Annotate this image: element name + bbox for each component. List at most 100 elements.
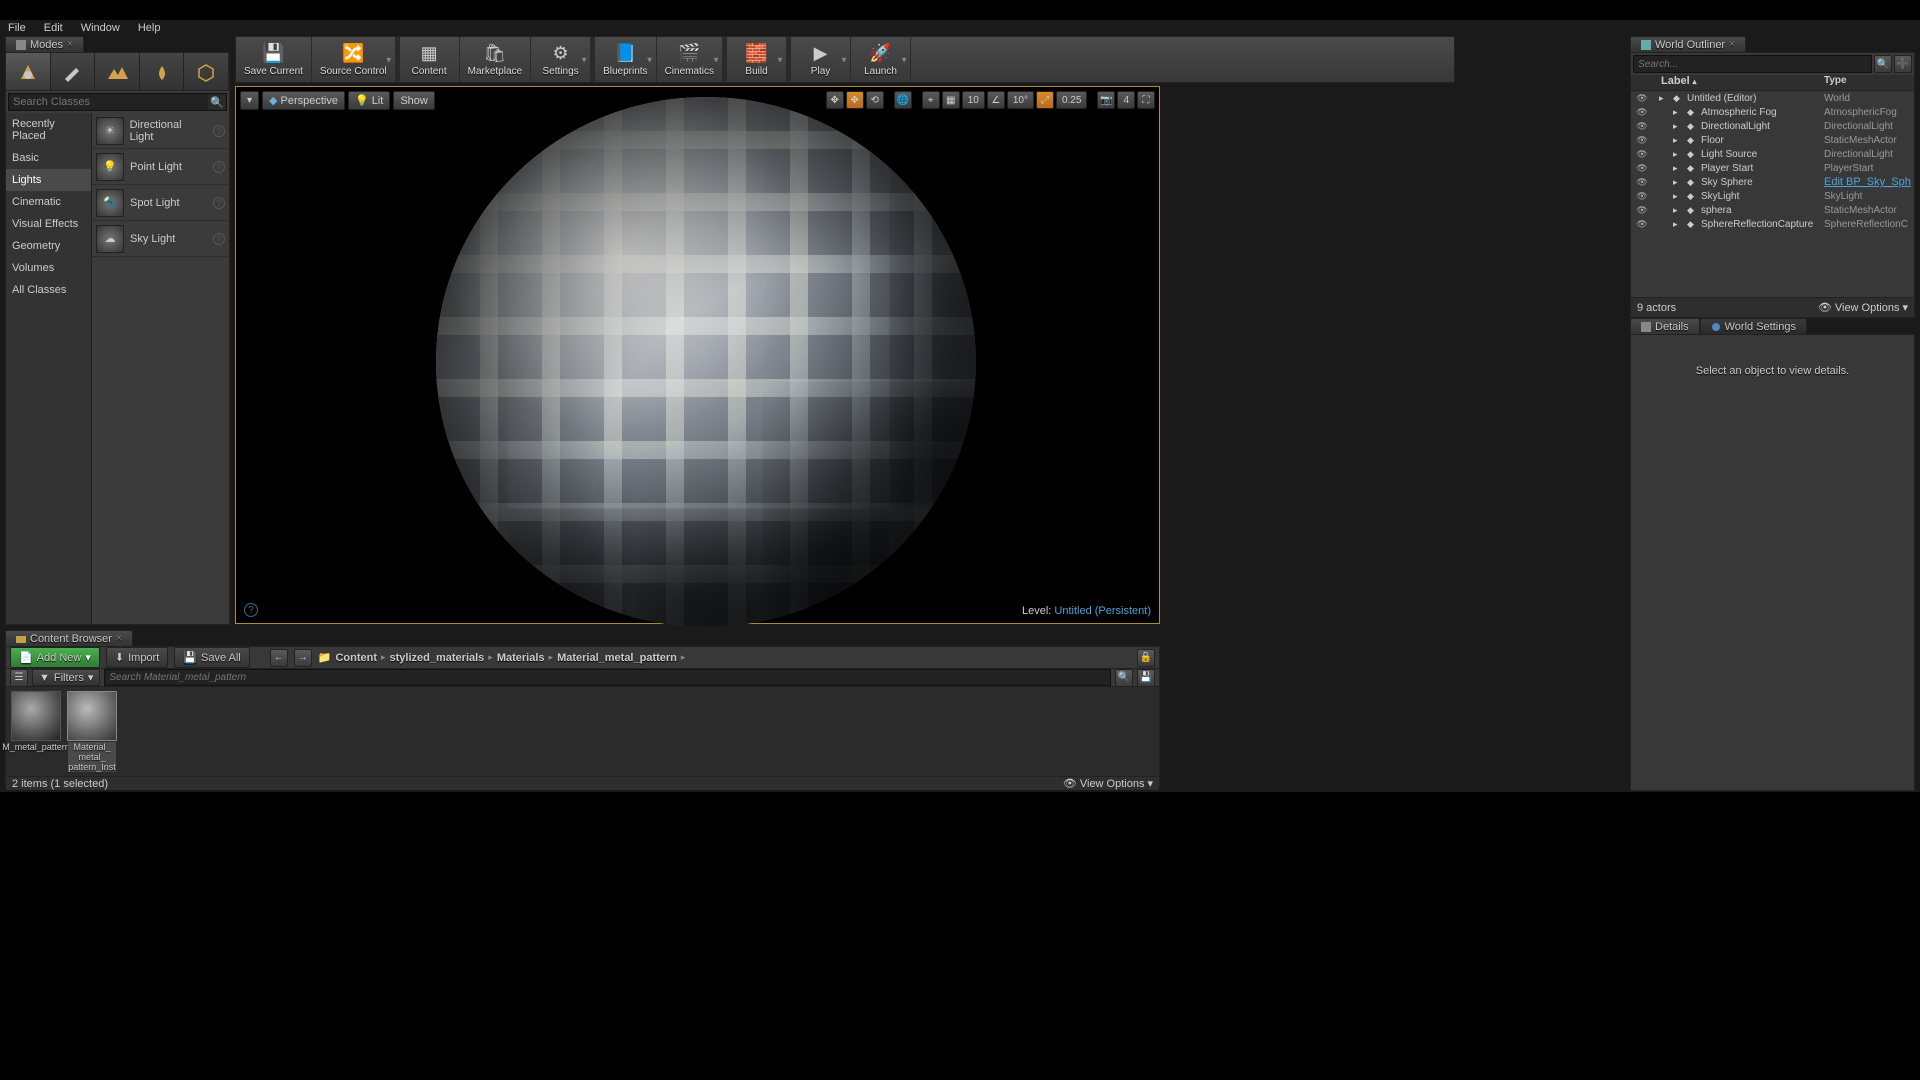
grid-snap-value[interactable]: 10	[962, 91, 985, 109]
outliner-row[interactable]: 👁▸◆DirectionalLightDirectionalLight	[1631, 119, 1914, 133]
viewport-menu-button[interactable]: ▾	[240, 91, 259, 110]
visibility-icon[interactable]: 👁	[1635, 93, 1649, 104]
chevron-down-icon[interactable]: ▼	[712, 55, 720, 64]
outliner-row[interactable]: 👁▸◆Light SourceDirectionalLight	[1631, 147, 1914, 161]
help-icon[interactable]: ?	[213, 197, 225, 209]
visibility-icon[interactable]: 👁	[1635, 191, 1649, 202]
breadcrumb-segment[interactable]: Material_metal_pattern	[557, 652, 677, 664]
column-label[interactable]: Label ▴	[1631, 75, 1824, 90]
cinematics-button[interactable]: 🎬Cinematics▼	[657, 37, 723, 82]
column-type[interactable]: Type	[1824, 75, 1914, 90]
category-geometry[interactable]: Geometry	[6, 235, 91, 257]
filters-button[interactable]: ▼ Filters ▾	[32, 669, 100, 686]
nav-forward-icon[interactable]: →	[294, 649, 312, 667]
landscape-mode-icon[interactable]	[95, 53, 140, 90]
category-basic[interactable]: Basic	[6, 147, 91, 169]
save-current-button[interactable]: 💾Save Current	[236, 37, 312, 82]
lit-button[interactable]: 💡Lit	[348, 91, 390, 110]
camera-speed-icon[interactable]: 📷	[1097, 91, 1115, 109]
add-filter-icon[interactable]: ➕	[1894, 55, 1912, 73]
breadcrumb-segment[interactable]: stylized_materials	[390, 652, 485, 664]
chevron-down-icon[interactable]: ▼	[776, 55, 784, 64]
outliner-row[interactable]: 👁▸◆spheraStaticMeshActor	[1631, 203, 1914, 217]
chevron-down-icon[interactable]: ▼	[900, 55, 908, 64]
geometry-mode-icon[interactable]	[184, 53, 229, 90]
visibility-icon[interactable]: 👁	[1635, 205, 1649, 216]
maximize-viewport-icon[interactable]: ⛶	[1137, 91, 1155, 109]
blueprints-button[interactable]: 📘Blueprints▼	[595, 37, 656, 82]
play-button[interactable]: ▶Play▼	[791, 37, 851, 82]
search-icon[interactable]: 🔍	[1115, 669, 1133, 687]
view-options-button[interactable]: 👁 View Options ▾	[1063, 777, 1153, 790]
help-icon[interactable]: ?	[244, 603, 258, 617]
chevron-down-icon[interactable]: ▼	[580, 55, 588, 64]
outliner-row[interactable]: 👁▸◆SphereReflectionCaptureSphereReflecti…	[1631, 217, 1914, 231]
category-volumes[interactable]: Volumes	[6, 257, 91, 279]
grid-snap-icon[interactable]: ▦	[942, 91, 960, 109]
perspective-button[interactable]: ◆Perspective	[262, 91, 345, 110]
build-button[interactable]: 🧱Build▼	[727, 37, 787, 82]
outliner-tab[interactable]: World Outliner ×	[1630, 36, 1746, 52]
visibility-icon[interactable]: 👁	[1635, 149, 1649, 160]
foliage-mode-icon[interactable]	[140, 53, 185, 90]
search-icon[interactable]: 🔍	[208, 94, 226, 110]
menu-help[interactable]: Help	[138, 22, 161, 34]
category-visual-effects[interactable]: Visual Effects	[6, 213, 91, 235]
details-tab[interactable]: Details	[1630, 318, 1700, 334]
outliner-row[interactable]: 👁▸◆FloorStaticMeshActor	[1631, 133, 1914, 147]
light-item[interactable]: 🔦Spot Light?	[92, 185, 229, 221]
visibility-icon[interactable]: 👁	[1635, 121, 1649, 132]
outliner-row[interactable]: 👁▸◆Atmospheric FogAtmosphericFog	[1631, 105, 1914, 119]
visibility-icon[interactable]: 👁	[1635, 135, 1649, 146]
lock-icon[interactable]: 🔒	[1137, 649, 1155, 667]
scale-snap-icon[interactable]: ⤢	[1036, 91, 1054, 109]
chevron-down-icon[interactable]: ▼	[646, 55, 654, 64]
show-button[interactable]: Show	[393, 91, 435, 110]
menu-window[interactable]: Window	[81, 22, 120, 34]
source-control-button[interactable]: 🔀Source Control▼	[312, 37, 396, 82]
outliner-row[interactable]: 👁▸◆Player StartPlayerStart	[1631, 161, 1914, 175]
category-lights[interactable]: Lights	[6, 169, 91, 191]
camera-speed-value[interactable]: 4	[1117, 91, 1135, 109]
light-item[interactable]: 💡Point Light?	[92, 149, 229, 185]
content-browser-tab[interactable]: Content Browser ×	[5, 630, 133, 646]
modes-search-input[interactable]	[9, 94, 208, 110]
breadcrumb-segment[interactable]: Materials	[497, 652, 545, 664]
cb-search-input[interactable]	[104, 669, 1111, 686]
viewport[interactable]: ▾ ◆Perspective 💡Lit Show ✥ ✥ ⟲ 🌐 ⌖ ▦ 10 …	[235, 86, 1160, 624]
breadcrumb-segment[interactable]: Content	[335, 652, 377, 664]
visibility-icon[interactable]: 👁	[1635, 177, 1649, 188]
transform-rotate-icon[interactable]: ⟲	[866, 91, 884, 109]
marketplace-button[interactable]: 🛍Marketplace	[460, 37, 531, 82]
add-new-button[interactable]: 📄 Add New ▾	[10, 647, 100, 668]
close-icon[interactable]: ×	[116, 633, 122, 644]
place-mode-icon[interactable]	[6, 53, 51, 90]
surface-snap-icon[interactable]: ⌖	[922, 91, 940, 109]
transform-translate-icon[interactable]: ✥	[846, 91, 864, 109]
sources-icon[interactable]: ☰	[10, 669, 28, 687]
outliner-row[interactable]: 👁▸◆Sky SphereEdit BP_Sky_Sph	[1631, 175, 1914, 189]
import-button[interactable]: ⬇ Import	[106, 647, 168, 668]
save-all-button[interactable]: 💾 Save All	[174, 647, 249, 668]
category-all-classes[interactable]: All Classes	[6, 279, 91, 301]
nav-back-icon[interactable]: ←	[270, 649, 288, 667]
close-icon[interactable]: ×	[67, 39, 73, 50]
folder-icon[interactable]: 📁	[318, 651, 332, 664]
save-search-icon[interactable]: 💾	[1137, 669, 1155, 687]
help-icon[interactable]: ?	[213, 233, 225, 245]
visibility-icon[interactable]: 👁	[1635, 107, 1649, 118]
outliner-search-input[interactable]	[1633, 55, 1872, 73]
category-recently-placed[interactable]: Recently Placed	[6, 113, 91, 147]
asset-item[interactable]: M_metal_pattern	[10, 691, 62, 772]
modes-tab[interactable]: Modes ×	[5, 36, 84, 52]
content-button[interactable]: ▦Content	[400, 37, 460, 82]
asset-item[interactable]: Material_metal_pattern_Inst	[66, 691, 118, 772]
visibility-icon[interactable]: 👁	[1635, 163, 1649, 174]
settings-button[interactable]: ⚙Settings▼	[531, 37, 591, 82]
angle-snap-icon[interactable]: ∠	[987, 91, 1005, 109]
visibility-icon[interactable]: 👁	[1635, 219, 1649, 230]
angle-snap-value[interactable]: 10°	[1007, 91, 1034, 109]
outliner-row[interactable]: 👁▸◆Untitled (Editor)World	[1631, 91, 1914, 105]
level-link[interactable]: Untitled (Persistent)	[1054, 605, 1151, 617]
close-icon[interactable]: ×	[1729, 39, 1735, 50]
